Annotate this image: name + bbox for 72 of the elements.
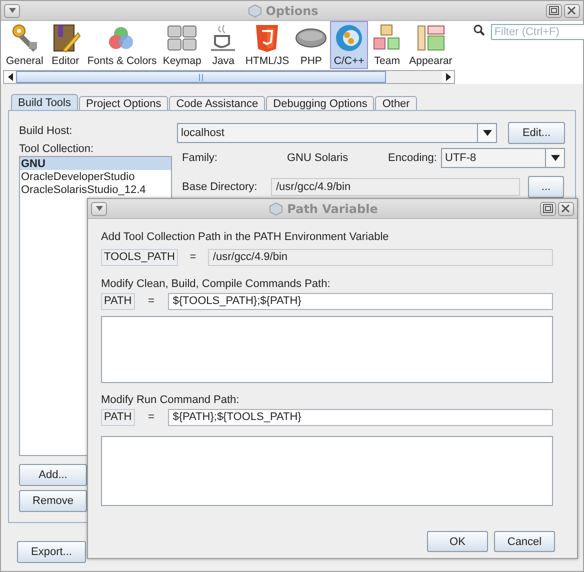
left-arrow-icon [8, 73, 12, 81]
text-area[interactable] [101, 316, 553, 383]
caret-icon [482, 130, 492, 136]
field-label: Encoding: [388, 152, 438, 164]
section-label: Modify Run Command Path: [101, 394, 240, 406]
search-icon [473, 24, 486, 36]
path-field[interactable]: ${PATH};${TOOLS_PATH} [168, 408, 553, 426]
equals-sign: = [188, 251, 198, 263]
category-item[interactable]: PHP [292, 21, 330, 69]
section-label: Modify Clean, Build, Compile Commands Path: [101, 278, 332, 290]
scroll-bar[interactable] [3, 70, 456, 84]
window-menu-button[interactable] [4, 4, 20, 18]
category-item[interactable]: C/C++ [330, 21, 368, 69]
tab[interactable]: Code Assistance [169, 96, 266, 110]
category-item[interactable]: Team [368, 21, 406, 69]
add-button[interactable]: Add... [19, 464, 87, 486]
caret-icon [96, 206, 102, 211]
close-icon [567, 6, 576, 15]
variable-name: TOOLS_PATH [101, 248, 178, 266]
category-item[interactable]: Appearar [406, 21, 456, 69]
equals-sign: = [147, 411, 156, 423]
export-button[interactable]: Export... [17, 541, 86, 563]
grip-icon [199, 74, 203, 80]
remove-button[interactable]: Remove [19, 490, 87, 512]
ok-button[interactable]: OK [427, 531, 488, 552]
variable-name: PATH [101, 292, 135, 310]
field-label: Tool Collection: [19, 142, 95, 157]
cube-icon [248, 4, 262, 18]
field-label: Build Host: [19, 124, 74, 139]
family-value: GNU Solaris [287, 152, 350, 164]
filter-field[interactable]: Filter (Ctrl+F) [491, 24, 584, 40]
path-value-field[interactable]: /usr/gcc/4.9/bin [208, 248, 553, 266]
window-title: Path Variable [287, 202, 378, 216]
category-item[interactable]: Fonts & Colors [84, 21, 160, 69]
encoding-dropdown[interactable]: UTF-8 [441, 148, 565, 168]
window-menu-button[interactable] [91, 202, 107, 216]
field-label: Family: [182, 152, 218, 164]
close-icon [561, 204, 570, 213]
maximize-button[interactable] [540, 202, 556, 216]
maximize-button[interactable] [546, 4, 562, 18]
equals-sign: = [147, 295, 156, 307]
path-field[interactable]: ${TOOLS_PATH};${PATH} [168, 292, 553, 310]
right-arrow-icon [446, 73, 451, 81]
category-item[interactable]: Keymap [160, 21, 204, 69]
close-button[interactable] [564, 4, 580, 18]
edit-button[interactable]: Edit... [508, 122, 565, 144]
list-item[interactable]: GNU [20, 157, 171, 170]
maximize-icon [542, 204, 553, 213]
list-item[interactable]: OracleDeveloperStudio [20, 170, 171, 183]
close-button[interactable] [558, 202, 574, 216]
cancel-button[interactable]: Cancel [494, 531, 555, 552]
dialog-heading: Add Tool Collection Path in the PATH Environment Variable [101, 231, 390, 243]
caret-icon [8, 8, 16, 13]
variable-name: PATH [101, 408, 135, 426]
maximize-icon [548, 6, 559, 15]
field-label: Base Directory: [182, 181, 258, 193]
browse-button[interactable]: ... [528, 176, 564, 198]
category-item[interactable]: Java [204, 21, 242, 69]
list-item[interactable]: OracleSolarisStudio_12.4 [20, 183, 171, 196]
base-directory-field[interactable]: /usr/gcc/4.9/bin [271, 178, 520, 196]
text-area[interactable] [101, 436, 553, 506]
caret-icon [550, 155, 560, 161]
window-title: Options [266, 4, 318, 18]
cube-icon [269, 202, 284, 216]
tab[interactable]: Debugging Options [266, 96, 374, 110]
build-host-dropdown[interactable]: localhost [177, 123, 497, 143]
category-item[interactable]: General [3, 21, 46, 69]
tab[interactable]: Other [375, 96, 417, 110]
tab[interactable]: Build Tools [11, 94, 78, 110]
category-item[interactable]: Editor [46, 21, 84, 69]
tab[interactable]: Project Options [79, 96, 168, 110]
category-item[interactable]: HTML/JS [242, 21, 292, 69]
